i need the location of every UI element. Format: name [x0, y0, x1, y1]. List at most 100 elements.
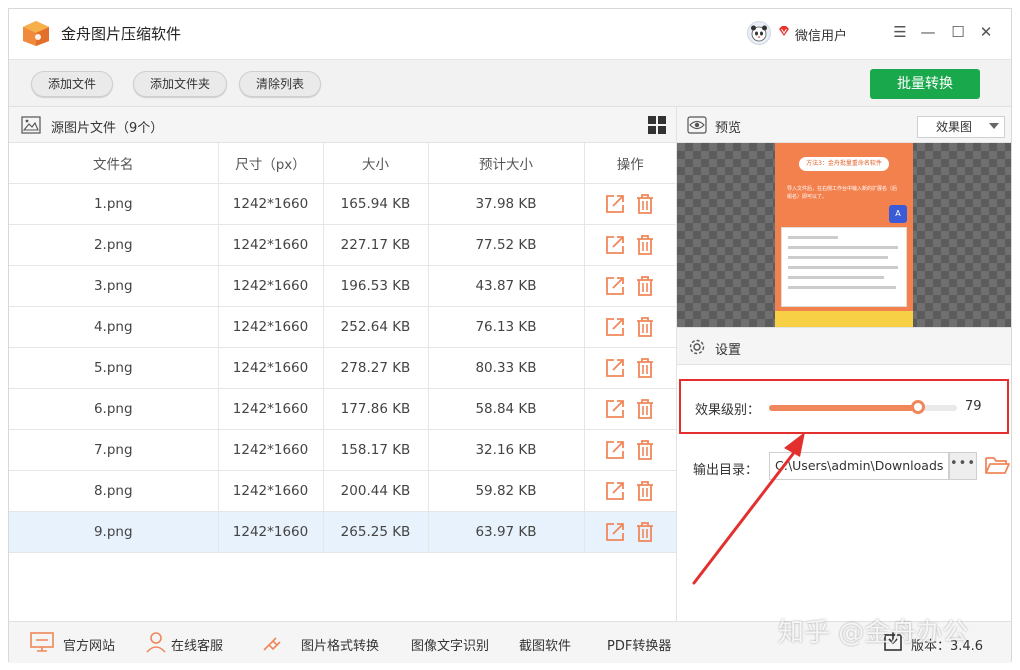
column-header-size[interactable]: 大小 — [323, 143, 429, 184]
open-folder-icon[interactable] — [984, 453, 1010, 477]
preview-card-badge: A — [889, 205, 907, 223]
pdf-converter-link[interactable]: PDF转换器 — [607, 635, 671, 654]
actions-cell — [584, 224, 676, 266]
view-mode-select[interactable]: 效果图 — [917, 116, 1005, 138]
dimensions-cell: 1242*1660 — [218, 306, 324, 348]
settings-title: 设置 — [715, 343, 742, 358]
title-bar: 金舟图片压缩软件 微信用户 ☰ — ☐ ✕ — [9, 9, 1011, 59]
user-avatar[interactable] — [747, 21, 771, 45]
file-name-cell: 7.png — [9, 429, 219, 471]
delete-trash-icon[interactable] — [635, 398, 655, 420]
minimize-button[interactable]: — — [917, 21, 939, 43]
delete-trash-icon[interactable] — [635, 275, 655, 297]
delete-trash-icon[interactable] — [635, 316, 655, 338]
dimensions-cell: 1242*1660 — [218, 429, 324, 471]
size-cell: 227.17 KB — [323, 224, 429, 266]
maximize-button[interactable]: ☐ — [947, 21, 969, 43]
delete-trash-icon[interactable] — [635, 439, 655, 461]
delete-trash-icon[interactable] — [635, 234, 655, 256]
watermark-text: 知乎 @金舟办公 — [778, 618, 969, 648]
open-export-icon[interactable] — [605, 481, 625, 501]
column-header-dimensions[interactable]: 尺寸（px） — [218, 143, 324, 184]
open-export-icon[interactable] — [605, 522, 625, 542]
size-cell: 278.27 KB — [323, 347, 429, 389]
open-export-icon[interactable] — [605, 358, 625, 378]
preview-card-text: 导入文件后，在右侧工作台中输入新的扩展名（后缀名）即可以了。 — [787, 186, 898, 200]
add-folder-button[interactable]: 添加文件夹 — [133, 71, 227, 97]
table-row[interactable]: 6.png 1242*1660 177.86 KB 58.84 KB — [9, 388, 676, 430]
clear-list-button[interactable]: 清除列表 — [239, 71, 321, 97]
actions-cell — [584, 511, 676, 553]
slider-fill — [769, 405, 918, 411]
table-row[interactable]: 7.png 1242*1660 158.17 KB 32.16 KB — [9, 429, 676, 471]
chevron-down-icon — [989, 123, 999, 129]
file-list-title: 源图片文件（9个） — [51, 121, 164, 136]
vip-diamond-icon — [779, 26, 789, 36]
actions-cell — [584, 306, 676, 348]
app-window: 金舟图片压缩软件 微信用户 ☰ — ☐ ✕ 添加文件 添加文件夹 清除列表 批量… — [8, 8, 1012, 663]
close-button[interactable]: ✕ — [975, 21, 997, 43]
online-service-link[interactable]: 在线客服 — [171, 635, 223, 654]
table-row[interactable]: 1.png 1242*1660 165.94 KB 37.98 KB — [9, 183, 676, 225]
delete-trash-icon[interactable] — [635, 193, 655, 215]
panda-avatar-icon — [751, 25, 767, 42]
grid-view-icon[interactable] — [648, 116, 666, 134]
delete-trash-icon[interactable] — [635, 521, 655, 543]
column-header-estimated-size[interactable]: 预计大小 — [428, 143, 585, 184]
menu-button[interactable]: ☰ — [889, 21, 911, 43]
open-export-icon[interactable] — [605, 317, 625, 337]
format-convert-link[interactable]: 图片格式转换 — [301, 635, 379, 654]
preview-header: 预览 效果图 — [677, 107, 1011, 143]
open-export-icon[interactable] — [605, 276, 625, 296]
preview-image: 方法3：金舟批量重命名软件 导入文件后，在右侧工作台中输入新的扩展名（后缀名）即… — [775, 143, 913, 327]
actions-cell — [584, 347, 676, 389]
table-row[interactable]: 2.png 1242*1660 227.17 KB 77.52 KB — [9, 224, 676, 266]
table-row[interactable]: 9.png 1242*1660 265.25 KB 63.97 KB — [9, 511, 676, 553]
actions-cell — [584, 265, 676, 307]
effect-level-slider[interactable] — [769, 400, 957, 414]
size-cell: 252.64 KB — [323, 306, 429, 348]
estimated-size-cell: 80.33 KB — [428, 347, 585, 389]
actions-cell — [584, 183, 676, 225]
size-cell: 177.86 KB — [323, 388, 429, 430]
table-row[interactable]: 4.png 1242*1660 252.64 KB 76.13 KB — [9, 306, 676, 348]
output-dir-input[interactable]: C:\Users\admin\Downloads — [769, 452, 949, 480]
preview-title: 预览 — [715, 121, 742, 136]
column-header-filename[interactable]: 文件名 — [9, 143, 219, 184]
file-name-cell: 9.png — [9, 511, 219, 553]
settings-header: 设置 — [677, 327, 1011, 365]
batch-convert-button[interactable]: 批量转换 — [870, 69, 980, 99]
slider-thumb[interactable] — [910, 400, 925, 414]
user-name[interactable]: 微信用户 — [795, 25, 847, 44]
preview-card-screenshot — [781, 227, 907, 307]
screenshot-link[interactable]: 截图软件 — [519, 635, 571, 654]
table-row[interactable]: 3.png 1242*1660 196.53 KB 43.87 KB — [9, 265, 676, 307]
estimated-size-cell: 77.52 KB — [428, 224, 585, 266]
open-export-icon[interactable] — [605, 399, 625, 419]
open-export-icon[interactable] — [605, 440, 625, 460]
delete-trash-icon[interactable] — [635, 480, 655, 502]
official-site-link[interactable]: 官方网站 — [63, 635, 115, 654]
dimensions-cell: 1242*1660 — [218, 265, 324, 307]
dimensions-cell: 1242*1660 — [218, 224, 324, 266]
table-row[interactable]: 8.png 1242*1660 200.44 KB 59.82 KB — [9, 470, 676, 512]
open-export-icon[interactable] — [605, 235, 625, 255]
preview-card-footer — [775, 311, 913, 327]
monitor-icon — [30, 632, 54, 652]
table-row[interactable]: 5.png 1242*1660 278.27 KB 80.33 KB — [9, 347, 676, 389]
browse-more-button[interactable]: ••• — [949, 452, 977, 480]
estimated-size-cell: 58.84 KB — [428, 388, 585, 430]
open-export-icon[interactable] — [605, 194, 625, 214]
dimensions-cell: 1242*1660 — [218, 388, 324, 430]
estimated-size-cell: 59.82 KB — [428, 470, 585, 512]
estimated-size-cell: 32.16 KB — [428, 429, 585, 471]
ocr-link[interactable]: 图像文字识别 — [411, 635, 489, 654]
preview-image-area: 方法3：金舟批量重命名软件 导入文件后，在右侧工作台中输入新的扩展名（后缀名）即… — [677, 143, 1011, 327]
effect-level-value: 79 — [965, 399, 982, 414]
table-header-row: 文件名 尺寸（px） 大小 预计大小 操作 — [9, 143, 676, 184]
delete-trash-icon[interactable] — [635, 357, 655, 379]
file-name-cell: 8.png — [9, 470, 219, 512]
add-file-button[interactable]: 添加文件 — [31, 71, 113, 97]
image-file-icon — [21, 116, 41, 134]
file-name-cell: 1.png — [9, 183, 219, 225]
